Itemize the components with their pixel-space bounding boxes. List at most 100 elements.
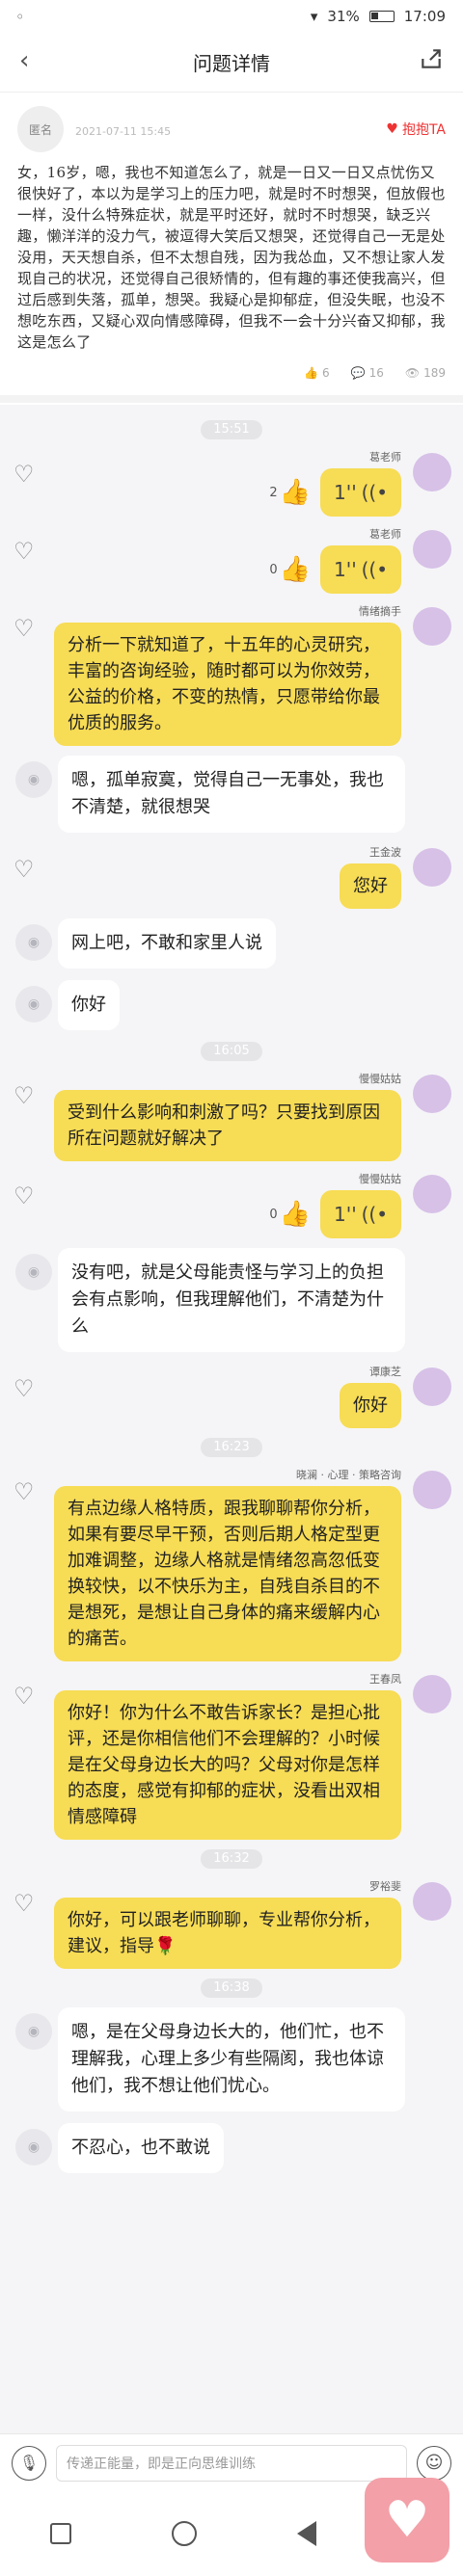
avatar[interactable] [413, 1368, 451, 1406]
asker-avatar: ◉ [15, 986, 52, 1022]
reply-bubble: 受到什么影响和刺激了吗？只要找到原因所在问题就好解决了 [54, 1090, 401, 1161]
like-button[interactable]: 2 👍 [269, 478, 311, 507]
replier-name: 情绪摘手 [359, 605, 401, 618]
bubble-row: 受到什么影响和刺激了吗？只要找到原因所在问题就好解决了 [54, 1090, 401, 1161]
hug-icon[interactable]: ♡ [14, 615, 35, 642]
question-stats: 👍 6 💬 16 👁 189 [17, 366, 446, 380]
avatar[interactable] [413, 1675, 451, 1713]
hug-icon[interactable]: ♡ [14, 1375, 35, 1402]
like-button[interactable]: 0 👍 [269, 1200, 311, 1229]
asker-avatar: ◉ [15, 761, 52, 798]
voice-duration: 1'' [334, 481, 357, 504]
battery-icon [368, 11, 395, 22]
asker-bubble: 嗯，是在父母身边长大的，他们忙，也不理解我，心理上多少有些隔阂，我也体谅他们，我… [58, 2007, 405, 2111]
view-stat: 👁 189 [405, 366, 446, 380]
timestamp: 16:05 [201, 1042, 262, 1061]
hug-icon[interactable]: ♡ [14, 856, 35, 883]
reply-bubble: 你好！你为什么不敢告诉家长？是担心批评，还是你相信他们不会理解的？小时候是在父母… [54, 1690, 401, 1840]
battery-percent: 31% [327, 8, 360, 25]
emoji-icon[interactable]: ☺ [417, 2445, 451, 2481]
hug-icon[interactable]: ♡ [14, 1890, 35, 1917]
reply-message: ♡ 王金波您好 [0, 844, 463, 909]
voice-message[interactable]: 1'' ((• [320, 545, 401, 594]
asker-bubble: 嗯，孤单寂寞，觉得自己一无事处，我也不清楚，就很想哭 [58, 756, 405, 833]
voice-input-icon[interactable]: 🎙 [12, 2445, 46, 2481]
back-nav-icon[interactable] [297, 2521, 316, 2546]
timestamp: 16:32 [201, 1849, 262, 1869]
avatar[interactable] [413, 530, 451, 569]
avatar[interactable] [413, 848, 451, 887]
sound-wave-icon: ((• [361, 1203, 388, 1226]
question-card: 匿名 2021-07-11 15:45 ♥ 抱抱TA 女，16岁，嗯，我也不知道… [0, 93, 463, 403]
voice-message[interactable]: 1'' ((• [320, 468, 401, 517]
hug-icon[interactable]: ♡ [14, 538, 35, 565]
home-icon[interactable] [172, 2521, 197, 2546]
bubble-row: 您好 [340, 863, 401, 909]
like-button[interactable]: 0 👍 [269, 555, 311, 584]
hug-icon[interactable]: ♡ [14, 1683, 35, 1710]
recent-apps-icon[interactable] [50, 2523, 71, 2544]
asker-avatar: ◉ [15, 2013, 52, 2050]
hug-icon[interactable]: ♡ [14, 1478, 35, 1505]
asker-avatar: ◉ [15, 1254, 52, 1290]
page-title: 问题详情 [193, 52, 270, 75]
bubble-row: 你好！你为什么不敢告诉家长？是担心批评，还是你相信他们不会理解的？小时候是在父母… [54, 1690, 401, 1840]
bubble-row: 你好 [340, 1383, 401, 1428]
avatar[interactable] [413, 1882, 451, 1921]
hug-icon[interactable]: ♡ [14, 1182, 35, 1209]
asker-avatar: ◉ [15, 924, 52, 961]
back-icon[interactable]: ‹ [19, 46, 29, 75]
avatar[interactable] [413, 453, 451, 491]
message-input[interactable]: 传递正能量，即是正向思维训练 [56, 2444, 407, 2482]
reply-message: ♡ 葛老师 0 👍 1'' ((• [0, 526, 463, 594]
sound-wave-icon: ((• [361, 558, 388, 581]
floating-heart-icon[interactable]: ♥ [365, 2478, 449, 2563]
asker-bubble: 你好 [58, 980, 120, 1030]
avatar[interactable] [413, 1075, 451, 1113]
reply-message: ♡ 谭康芝 你好 [0, 1364, 463, 1428]
question-date: 2021-07-11 15:45 [75, 124, 172, 138]
signal-icon: ▾ [310, 8, 318, 25]
reply-message: ♡ 罗裕斐 你好，可以跟老师聊聊，专业帮你分析，建议，指导🌹 [0, 1878, 463, 1969]
timestamp: 16:23 [201, 1438, 262, 1457]
replier-name: 王金波 [369, 846, 401, 859]
reply-message: ♡ 王春凤你好！你为什么不敢告诉家长？是担心批评，还是你相信他们不会理解的？小时候… [0, 1671, 463, 1840]
timestamp: 16:38 [201, 1978, 262, 1998]
comment-stat[interactable]: 💬 16 [351, 366, 384, 380]
voice-duration: 1'' [334, 1203, 357, 1226]
voice-message[interactable]: 1'' ((• [320, 1190, 401, 1238]
share-icon[interactable] [419, 46, 444, 71]
avatar[interactable] [413, 607, 451, 646]
reply-message: ♡ 情绪摘手 分析一下就知道了，十五年的心灵研究，丰富的咨询经验，随时都可以为你效劳… [0, 603, 463, 746]
hug-button[interactable]: ♥ 抱抱TA [386, 120, 446, 139]
bubble-row: 2 👍 1'' ((• [269, 468, 401, 517]
replier-name: 慢慢姑姑 [359, 1173, 401, 1185]
reply-message: ♡ 晓澜 · 心理 · 策略咨询 有点边缘人格特质，跟我聊聊帮你分析，如果有要尽早干… [0, 1467, 463, 1661]
replier-name: 葛老师 [369, 451, 401, 464]
message-thread[interactable]: 15:51 ♡ 葛老师 2 👍 1'' ((• ♡ 葛老师 0 👍 1'' ((• ♡ 情绪摘手 分析一下就知… [0, 405, 463, 2491]
view-count: 189 [423, 366, 446, 380]
asker-bubble: 网上吧，不敢和家里人说 [58, 918, 276, 969]
avatar[interactable] [413, 1471, 451, 1509]
bubble-row: 你好，可以跟老师聊聊，专业帮你分析，建议，指导🌹 [54, 1898, 401, 1969]
bubble-row: 0 👍 1'' ((• [269, 1190, 401, 1238]
like-count: 0 [269, 562, 278, 577]
hug-icon[interactable]: ♡ [14, 461, 35, 488]
hug-icon[interactable]: ♡ [14, 1082, 35, 1109]
replier-name: 王春凤 [369, 1673, 401, 1686]
avatar[interactable] [413, 1175, 451, 1213]
asker-message: ◉ 不忍心，也不敢说 [0, 2123, 463, 2173]
bubble-row: 有点边缘人格特质，跟我聊聊帮你分析，如果有要尽早干预，否则后期人格定型更加难调整… [54, 1486, 401, 1661]
sound-wave-icon: ((• [361, 481, 388, 504]
bubble-row: 0 👍 1'' ((• [269, 545, 401, 594]
notification-icon: ◦ [15, 7, 25, 26]
title-bar: ‹ 问题详情 [0, 33, 463, 93]
status-left: ◦ [15, 8, 24, 26]
status-bar: ◦ ▾ 31% 17:09 [0, 0, 463, 33]
question-text: 女，16岁，嗯，我也不知道怎么了，就是一日又一日又点忧伤又很快好了，本以为是学习… [17, 164, 446, 351]
like-count: 6 [321, 366, 330, 380]
reply-message: ♡ 慢慢姑姑 0 👍 1'' ((• [0, 1171, 463, 1238]
like-stat[interactable]: 👍 6 [304, 366, 330, 380]
comment-icon: 💬 [350, 366, 366, 380]
question-avatar: 匿名 [17, 106, 64, 152]
